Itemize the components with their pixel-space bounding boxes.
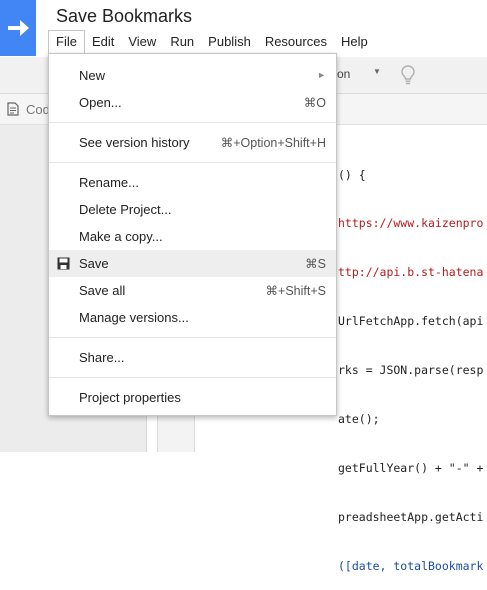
menu-item-label: New xyxy=(79,68,106,83)
submenu-arrow-icon: ► xyxy=(317,70,326,80)
menu-run[interactable]: Run xyxy=(163,30,201,54)
menu-bar: File Edit View Run Publish Resources Hel… xyxy=(48,30,375,54)
menu-item-label: Make a copy... xyxy=(79,229,163,244)
menu-item-label: Share... xyxy=(79,350,125,365)
file-tab-code[interactable]: Cod xyxy=(26,102,50,117)
shortcut-label: ⌘O xyxy=(303,96,326,110)
code-line: https://www.kaizenpro xyxy=(338,216,484,231)
code-line: preadsheetApp.getActi xyxy=(338,509,484,524)
menu-item-label: Project properties xyxy=(79,390,181,405)
menu-separator xyxy=(49,162,336,163)
menu-item-label: Save xyxy=(79,256,109,271)
code-line: rks = JSON.parse(resp xyxy=(338,363,484,378)
menu-resources[interactable]: Resources xyxy=(258,30,334,54)
menu-item-label: Delete Project... xyxy=(79,202,172,217)
menu-item-label: Open... xyxy=(79,95,122,110)
menu-item-save[interactable]: Save ⌘S xyxy=(49,250,336,277)
file-menu-dropdown: New ► Open... ⌘O See version history ⌘+O… xyxy=(48,53,337,416)
code-line: ([date, totalBookmark xyxy=(338,558,484,573)
menu-item-label: See version history xyxy=(79,135,190,150)
menu-help[interactable]: Help xyxy=(334,30,375,54)
code-line: getFullYear() + "-" + xyxy=(338,460,484,475)
shortcut-label: ⌘+Option+Shift+H xyxy=(220,136,326,150)
menu-item-label: Manage versions... xyxy=(79,310,189,325)
code-line: () { xyxy=(338,167,366,182)
lightbulb-icon[interactable] xyxy=(400,64,416,86)
menu-separator xyxy=(49,337,336,338)
shortcut-label: ⌘+Shift+S xyxy=(265,284,326,298)
code-line: ttp://api.b.st-hatena xyxy=(338,265,484,280)
menu-item-delete-project[interactable]: Delete Project... xyxy=(49,196,336,223)
function-select-label: on xyxy=(337,67,351,81)
menu-item-new[interactable]: New ► xyxy=(49,62,336,89)
project-title[interactable]: Save Bookmarks xyxy=(56,6,192,27)
menu-publish[interactable]: Publish xyxy=(201,30,258,54)
menu-item-save-all[interactable]: Save all ⌘+Shift+S xyxy=(49,277,336,304)
menu-item-label: Rename... xyxy=(79,175,139,190)
menu-separator xyxy=(49,122,336,123)
code-line: ate(); xyxy=(338,412,380,427)
function-select[interactable]: on ▼ xyxy=(337,64,385,86)
menu-item-make-copy[interactable]: Make a copy... xyxy=(49,223,336,250)
menu-item-version-history[interactable]: See version history ⌘+Option+Shift+H xyxy=(49,129,336,156)
document-icon xyxy=(7,102,19,121)
menu-item-share[interactable]: Share... xyxy=(49,344,336,371)
menu-view[interactable]: View xyxy=(121,30,163,54)
menu-item-label: Save all xyxy=(79,283,126,298)
save-icon xyxy=(57,257,70,273)
menu-item-open[interactable]: Open... ⌘O xyxy=(49,89,336,116)
code-editor[interactable]: () { https://www.kaizenpro ttp://api.b.s… xyxy=(338,134,487,590)
menu-edit[interactable]: Edit xyxy=(85,30,121,54)
menu-item-project-properties[interactable]: Project properties xyxy=(49,384,336,411)
arrow-right-icon xyxy=(8,20,29,36)
menu-file[interactable]: File xyxy=(48,30,85,54)
chevron-down-icon: ▼ xyxy=(373,67,381,76)
menu-separator xyxy=(49,377,336,378)
code-line: UrlFetchApp.fetch(api xyxy=(338,314,484,329)
app-logo[interactable] xyxy=(0,0,36,56)
menu-item-manage-versions[interactable]: Manage versions... xyxy=(49,304,336,331)
shortcut-label: ⌘S xyxy=(305,257,326,271)
menu-item-rename[interactable]: Rename... xyxy=(49,169,336,196)
